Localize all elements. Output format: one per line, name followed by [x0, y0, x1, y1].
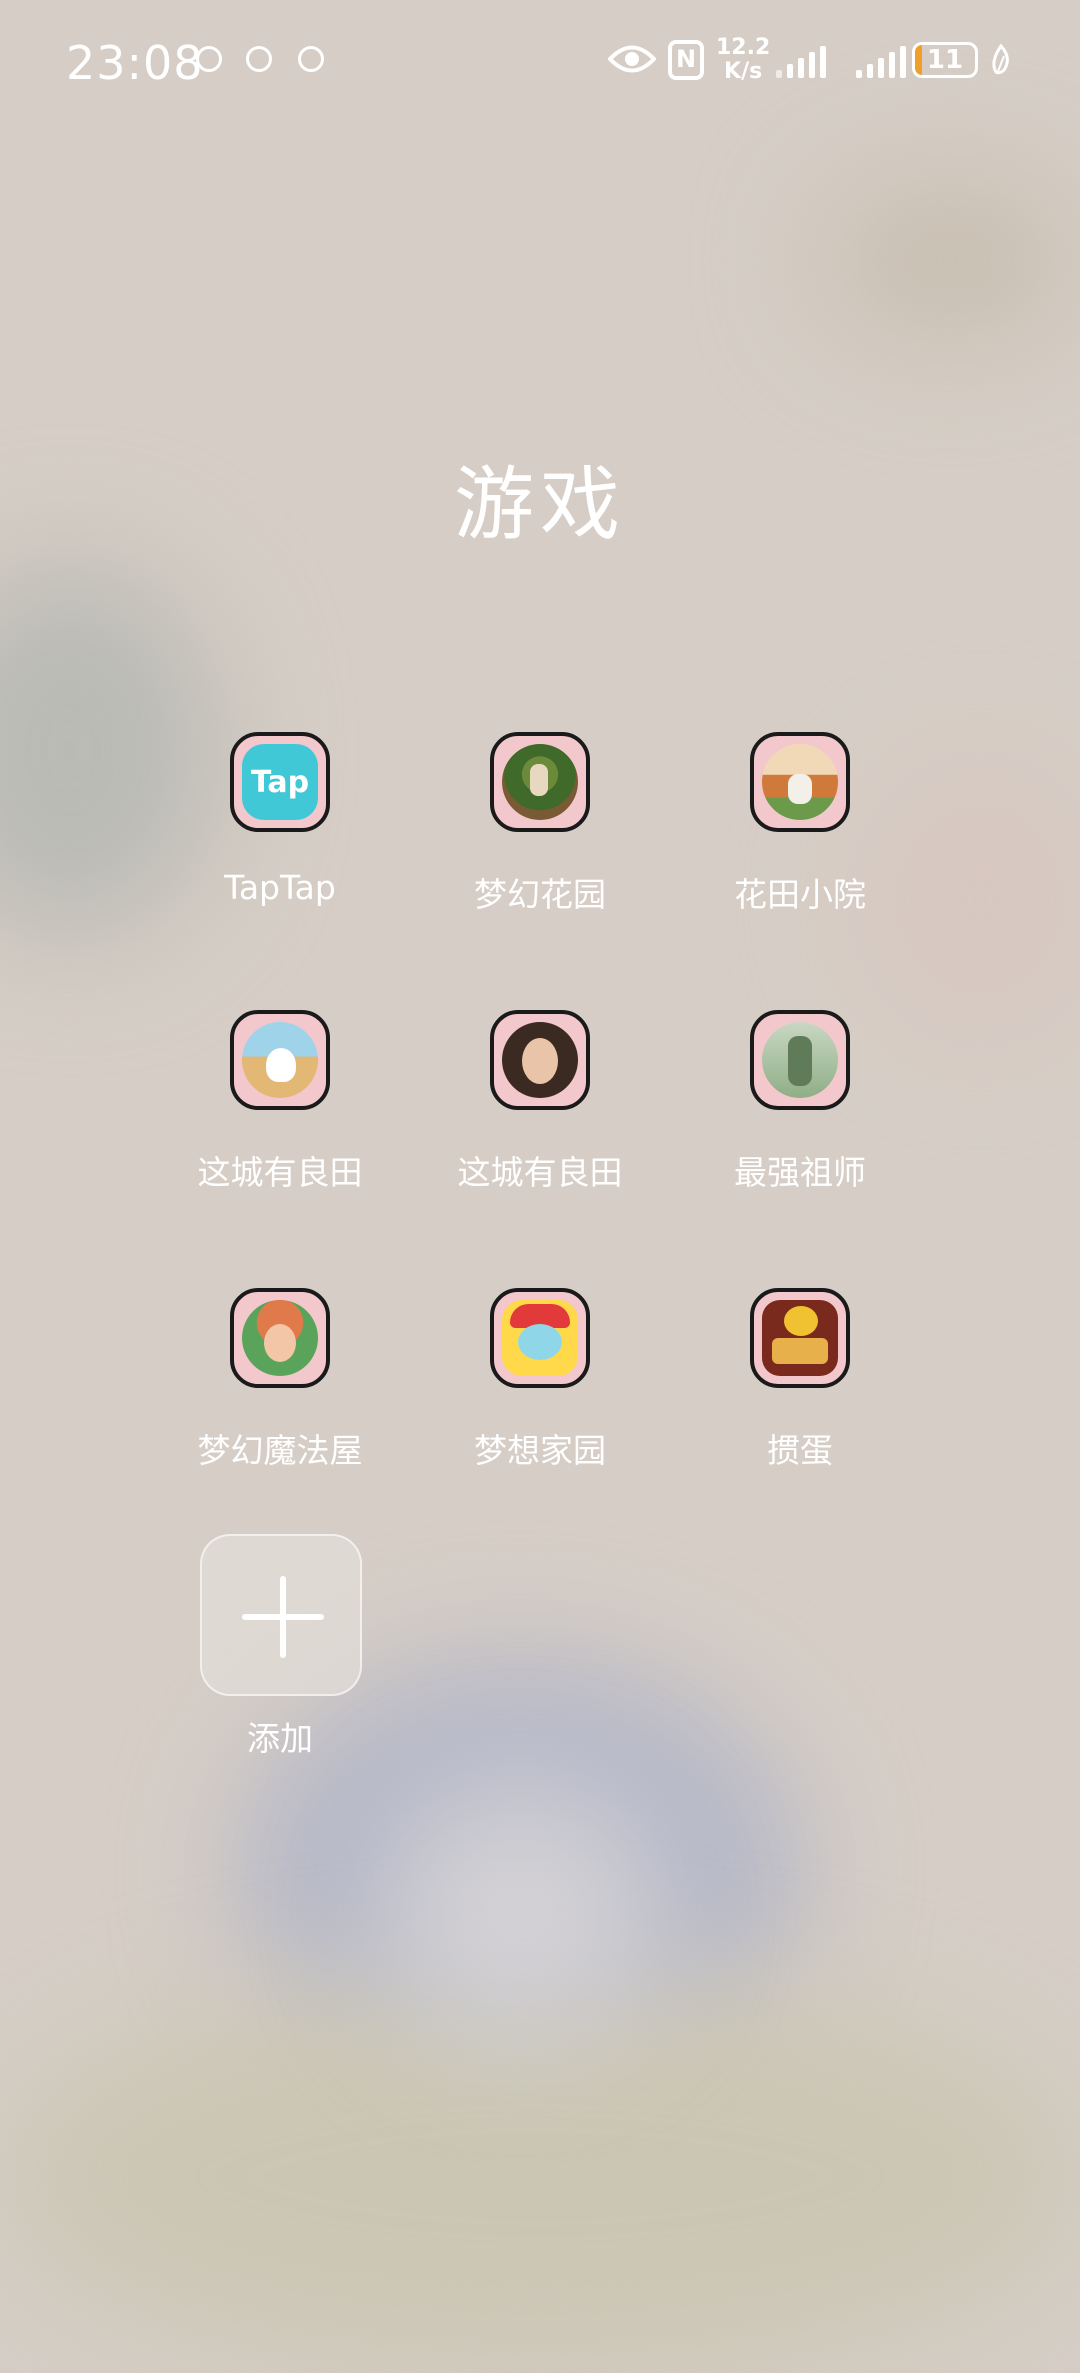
app-label: 梦想家园 — [474, 1431, 606, 1470]
wechat-notification-icon — [246, 46, 272, 72]
app-label: 最强祖师 — [734, 1153, 866, 1192]
app-label: 掼蛋 — [767, 1431, 833, 1470]
dream-home-icon — [490, 1288, 590, 1388]
wechat-notification-icon — [196, 46, 222, 72]
app-flower-field[interactable]: 花田小院 — [670, 732, 930, 916]
flower-field-icon — [750, 732, 850, 832]
master-game-icon — [750, 1010, 850, 1110]
goose-farm-icon — [230, 1010, 330, 1110]
garden-game-icon — [490, 732, 590, 832]
battery-icon: 11 — [912, 42, 978, 78]
network-speed: 12.2 K/s — [716, 35, 771, 84]
app-magic-house[interactable]: 梦幻魔法屋 — [150, 1288, 410, 1472]
app-taptap[interactable]: Tap TapTap — [150, 732, 410, 907]
app-label: 梦幻花园 — [474, 875, 606, 914]
app-garden-game[interactable]: 梦幻花园 — [410, 732, 670, 916]
app-girl-portrait[interactable]: 这城有良田 — [410, 1010, 670, 1194]
taptap-icon: Tap — [230, 732, 330, 832]
signal-strength-icon — [776, 44, 826, 78]
app-label: 花田小院 — [734, 875, 866, 914]
status-bar: 23:08 N 12.2 K/s 11 — [0, 0, 1080, 124]
app-guandan[interactable]: 掼蛋 — [670, 1288, 930, 1472]
clock: 23:08 — [66, 36, 204, 90]
app-label: 这城有良田 — [457, 1153, 623, 1192]
add-app-label: 添加 — [247, 1719, 313, 1758]
guandan-icon — [750, 1288, 850, 1388]
app-goose-farm[interactable]: 这城有良田 — [150, 1010, 410, 1194]
eye-comfort-icon — [608, 45, 656, 73]
girl-portrait-icon — [490, 1010, 590, 1110]
message-notification-icon — [298, 46, 324, 72]
app-label: 梦幻魔法屋 — [197, 1431, 363, 1470]
signal-strength-icon — [856, 44, 906, 78]
magic-house-icon — [230, 1288, 330, 1388]
app-label: 这城有良田 — [197, 1153, 363, 1192]
add-app-button[interactable] — [200, 1534, 362, 1696]
app-label: TapTap — [224, 868, 336, 907]
power-saving-leaf-icon — [992, 44, 1009, 75]
nfc-icon: N — [668, 40, 704, 80]
folder-title[interactable]: 游戏 — [0, 440, 1080, 556]
app-master-game[interactable]: 最强祖师 — [670, 1010, 930, 1194]
app-dream-home[interactable]: 梦想家园 — [410, 1288, 670, 1472]
